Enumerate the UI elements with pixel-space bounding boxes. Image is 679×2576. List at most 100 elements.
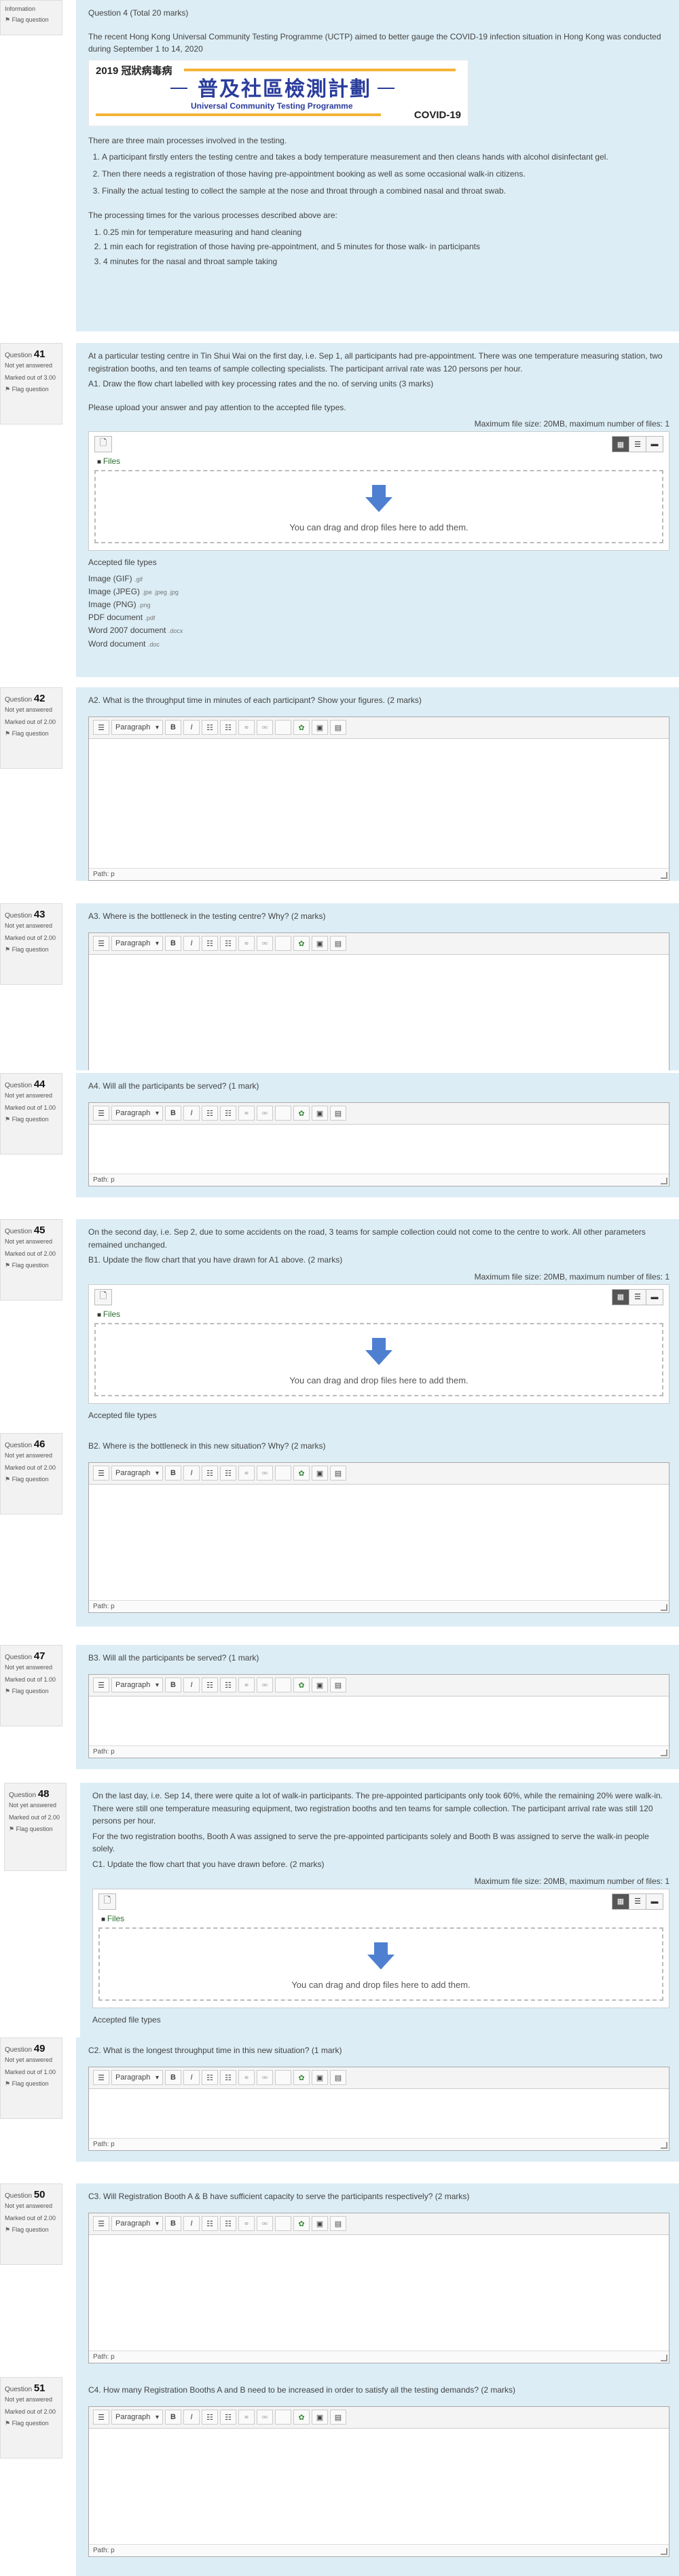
toolbar-toggle-icon[interactable]: ☰ <box>93 1466 109 1481</box>
list-view-icon[interactable]: ☰ <box>629 1288 646 1305</box>
numbered-list-icon[interactable]: ☷ <box>220 720 236 736</box>
italic-icon[interactable]: I <box>183 1106 200 1121</box>
numbered-list-icon[interactable]: ☷ <box>220 2410 236 2425</box>
drop-zone[interactable]: You can drag and drop files here to add … <box>98 1927 663 2001</box>
manage-files-icon[interactable]: ▤ <box>330 2070 346 2086</box>
flag-question-link[interactable]: Flag question <box>5 729 58 738</box>
editor-textarea[interactable] <box>89 2088 669 2138</box>
link-icon[interactable]: ⚭ <box>238 1466 255 1481</box>
italic-icon[interactable]: I <box>183 1677 200 1693</box>
numbered-list-icon[interactable]: ☷ <box>220 1677 236 1693</box>
link-icon[interactable]: ⚭ <box>238 936 255 951</box>
media-icon[interactable]: ✿ <box>293 2216 310 2232</box>
bold-icon[interactable]: B <box>165 720 181 736</box>
italic-icon[interactable]: I <box>183 2216 200 2232</box>
manage-files-icon[interactable]: ▤ <box>330 936 346 951</box>
link-icon[interactable]: ⚭ <box>238 720 255 736</box>
paragraph-dropdown[interactable]: Paragraph ▾ <box>111 1677 163 1693</box>
bullet-list-icon[interactable]: ☷ <box>202 1677 218 1693</box>
link-icon[interactable]: ⚭ <box>238 2216 255 2232</box>
flag-question-link[interactable]: Flag question <box>5 1475 58 1483</box>
unlink-icon[interactable]: ⚮ <box>257 1106 273 1121</box>
bold-icon[interactable]: B <box>165 2070 181 2086</box>
unlink-icon[interactable]: ⚮ <box>257 2410 273 2425</box>
grid-view-icon[interactable]: ▦ <box>612 436 629 453</box>
grid-view-icon[interactable]: ▦ <box>612 1893 629 1910</box>
unlink-icon[interactable]: ⚮ <box>257 2070 273 2086</box>
files-folder-link[interactable]: Files <box>97 1309 663 1319</box>
image-icon[interactable]: ▣ <box>312 2070 328 2086</box>
italic-icon[interactable]: I <box>183 2410 200 2425</box>
manage-files-icon[interactable]: ▤ <box>330 2410 346 2425</box>
manage-files-icon[interactable]: ▤ <box>330 720 346 736</box>
image-icon[interactable]: ▣ <box>312 2410 328 2425</box>
flag-question-link[interactable]: Flag question <box>5 945 58 954</box>
folder-view-icon[interactable]: ▬ <box>646 436 663 453</box>
unlink-icon[interactable]: ⚮ <box>257 720 273 736</box>
bold-icon[interactable]: B <box>165 2410 181 2425</box>
bold-icon[interactable]: B <box>165 1677 181 1693</box>
paragraph-dropdown[interactable]: Paragraph ▾ <box>111 1106 163 1121</box>
media-icon[interactable]: ✿ <box>293 1106 310 1121</box>
media-icon[interactable]: ✿ <box>293 936 310 951</box>
manage-files-icon[interactable]: ▤ <box>330 1466 346 1481</box>
media-icon[interactable]: ✿ <box>293 2070 310 2086</box>
grid-view-icon[interactable]: ▦ <box>612 1288 629 1305</box>
numbered-list-icon[interactable]: ☷ <box>220 936 236 951</box>
folder-view-icon[interactable]: ▬ <box>646 1288 663 1305</box>
italic-icon[interactable]: I <box>183 720 200 736</box>
numbered-list-icon[interactable]: ☷ <box>220 1106 236 1121</box>
flag-question-link[interactable]: Flag question <box>5 1115 58 1123</box>
paragraph-dropdown[interactable]: Paragraph ▾ <box>111 720 163 736</box>
numbered-list-icon[interactable]: ☷ <box>220 2070 236 2086</box>
toolbar-toggle-icon[interactable]: ☰ <box>93 720 109 736</box>
flag-question-link[interactable]: Flag question <box>5 2080 58 2088</box>
media-icon[interactable]: ✿ <box>293 1466 310 1481</box>
bullet-list-icon[interactable]: ☷ <box>202 2216 218 2232</box>
media-icon[interactable]: ✿ <box>293 2410 310 2425</box>
paragraph-dropdown[interactable]: Paragraph ▾ <box>111 2410 163 2425</box>
italic-icon[interactable]: I <box>183 936 200 951</box>
unlink-icon[interactable]: ⚮ <box>257 936 273 951</box>
unlink-icon[interactable]: ⚮ <box>257 1677 273 1693</box>
image-icon[interactable]: ▣ <box>312 2216 328 2232</box>
link-icon[interactable]: ⚭ <box>238 1106 255 1121</box>
media-icon[interactable]: ✿ <box>293 1677 310 1693</box>
files-folder-link[interactable]: Files <box>97 456 663 466</box>
folder-view-icon[interactable]: ▬ <box>646 1893 663 1910</box>
editor-textarea[interactable] <box>89 1696 669 1745</box>
bullet-list-icon[interactable]: ☷ <box>202 1466 218 1481</box>
add-file-button[interactable]: 🗋 <box>98 1893 116 1910</box>
flag-question-link[interactable]: Flag question <box>5 1687 58 1695</box>
bullet-list-icon[interactable]: ☷ <box>202 2070 218 2086</box>
editor-textarea[interactable] <box>89 738 669 868</box>
paragraph-dropdown[interactable]: Paragraph ▾ <box>111 1466 163 1481</box>
bold-icon[interactable]: B <box>165 1466 181 1481</box>
flag-question-link[interactable]: Flag question <box>9 1825 62 1833</box>
unlink-icon[interactable]: ⚮ <box>257 1466 273 1481</box>
flag-question-link[interactable]: Flag question <box>5 1261 58 1269</box>
manage-files-icon[interactable]: ▤ <box>330 2216 346 2232</box>
editor-textarea[interactable] <box>89 2428 669 2544</box>
image-icon[interactable]: ▣ <box>312 936 328 951</box>
editor-textarea[interactable] <box>89 1124 669 1174</box>
image-icon[interactable]: ▣ <box>312 1677 328 1693</box>
manage-files-icon[interactable]: ▤ <box>330 1106 346 1121</box>
paragraph-dropdown[interactable]: Paragraph ▾ <box>111 2216 163 2232</box>
editor-textarea[interactable] <box>89 954 669 1070</box>
paragraph-dropdown[interactable]: Paragraph ▾ <box>111 2070 163 2086</box>
add-file-button[interactable]: 🗋 <box>94 436 112 453</box>
toolbar-toggle-icon[interactable]: ☰ <box>93 1677 109 1693</box>
toolbar-toggle-icon[interactable]: ☰ <box>93 2216 109 2232</box>
manage-files-icon[interactable]: ▤ <box>330 1677 346 1693</box>
list-view-icon[interactable]: ☰ <box>629 436 646 453</box>
italic-icon[interactable]: I <box>183 1466 200 1481</box>
link-icon[interactable]: ⚭ <box>238 2070 255 2086</box>
unlink-icon[interactable]: ⚮ <box>257 2216 273 2232</box>
toolbar-toggle-icon[interactable]: ☰ <box>93 2070 109 2086</box>
drop-zone[interactable]: You can drag and drop files here to add … <box>94 1322 663 1396</box>
media-icon[interactable]: ✿ <box>293 720 310 736</box>
drop-zone[interactable]: You can drag and drop files here to add … <box>94 470 663 544</box>
list-view-icon[interactable]: ☰ <box>629 1893 646 1910</box>
image-icon[interactable]: ▣ <box>312 720 328 736</box>
